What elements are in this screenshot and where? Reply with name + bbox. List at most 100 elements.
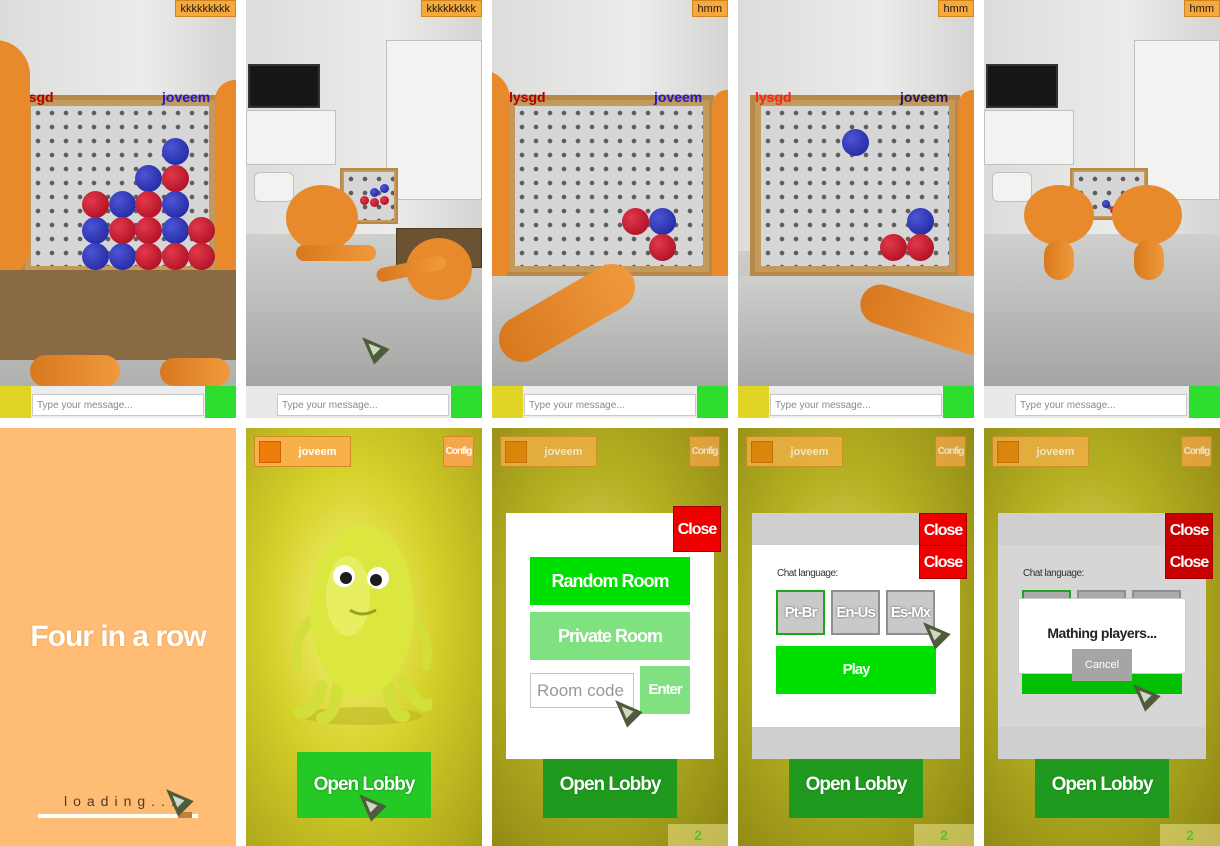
disc-red: [622, 208, 649, 235]
language-button-en-us[interactable]: En-Us: [831, 590, 880, 635]
game-title: Four in a row: [30, 620, 206, 653]
chat-send-button[interactable]: [943, 386, 974, 418]
matching-players-text: Mathing players...: [1047, 625, 1157, 641]
close-button[interactable]: Close: [1165, 545, 1213, 579]
game-board[interactable]: [20, 95, 220, 277]
enter-button[interactable]: Enter: [640, 666, 690, 714]
config-button[interactable]: Config: [1181, 436, 1212, 467]
desk: [246, 110, 336, 165]
loading-progress-bar: [38, 812, 198, 818]
main-menu: joveem Config Open Lobby: [246, 428, 482, 846]
disc-blue: [162, 138, 189, 165]
game-frame-2: kkkkkkkkk Type your message...: [246, 0, 482, 418]
close-button[interactable]: Close: [919, 513, 967, 547]
disc-red: [649, 234, 676, 261]
online-count: 2: [914, 824, 974, 846]
chat-bubble-badge: hmm: [1183, 0, 1220, 17]
language-button-pt-br[interactable]: Pt-Br: [776, 590, 825, 635]
random-room-button[interactable]: Random Room: [530, 557, 690, 605]
config-button[interactable]: Config: [935, 436, 966, 467]
disc-red: [162, 243, 189, 270]
chat-bar: Type your message...: [492, 386, 728, 418]
chat-bar: Type your message...: [738, 386, 974, 418]
private-room-button[interactable]: Private Room: [530, 612, 690, 660]
play-button[interactable]: Play: [776, 646, 936, 694]
chat-input[interactable]: Type your message...: [770, 394, 942, 416]
chat-language-label: Chat language:: [1023, 568, 1084, 579]
disc-red: [135, 243, 162, 270]
chat-bar: Type your message...: [0, 386, 236, 418]
open-lobby-button[interactable]: Open Lobby: [543, 752, 677, 818]
cancel-button[interactable]: Cancel: [1072, 649, 1132, 681]
avatar-icon: [751, 441, 773, 463]
room-dialog-screen: joveem Config Open Lobby 2 Close Random …: [492, 428, 728, 846]
player-hand: [30, 355, 120, 387]
open-lobby-button[interactable]: Open Lobby: [1035, 752, 1169, 818]
disc-red: [109, 217, 136, 244]
avatar-icon: [505, 441, 527, 463]
table-edge: [0, 270, 236, 360]
avatar-icon: [997, 441, 1019, 463]
game-board[interactable]: [750, 95, 960, 277]
chair: [992, 172, 1032, 202]
player-hand: [160, 358, 230, 386]
chat-input[interactable]: Type your message...: [277, 394, 449, 416]
player-right-name: joveem: [162, 89, 211, 105]
disc-blue: [82, 243, 109, 270]
disc-red: [380, 196, 389, 205]
close-button[interactable]: Close: [919, 545, 967, 579]
config-button[interactable]: Config: [443, 436, 474, 467]
disc-red: [370, 198, 379, 207]
open-lobby-button[interactable]: Open Lobby: [789, 752, 923, 818]
game-frame-4: lysgd joveem hmm Type your message...: [738, 0, 974, 418]
config-button[interactable]: Config: [689, 436, 720, 467]
creature-player-1: [286, 185, 358, 251]
user-profile-bar[interactable]: joveem: [500, 436, 597, 467]
creature-right: [215, 80, 236, 300]
monitor: [986, 64, 1058, 108]
game-board[interactable]: [504, 95, 714, 277]
disc-red: [188, 243, 215, 270]
disc-blue: [162, 217, 189, 244]
monitor: [248, 64, 320, 108]
disc-blue: [907, 208, 934, 235]
disc-blue: [82, 217, 109, 244]
disc-blue: [162, 191, 189, 218]
game-frame-5: hmm Type your message...: [984, 0, 1220, 418]
disc-blue: [1102, 200, 1110, 208]
disc-blue: [649, 208, 676, 235]
disc-blue: [109, 191, 136, 218]
chat-input[interactable]: Type your message...: [32, 394, 204, 416]
chat-send-button[interactable]: [205, 386, 236, 418]
disc-red: [188, 217, 215, 244]
chat-bubble-badge: hmm: [937, 0, 974, 17]
chat-send-button[interactable]: [451, 386, 482, 418]
chat-toggle-button[interactable]: [492, 386, 523, 418]
language-dialog-screen: joveem Config Open Lobby 2 Close Close C…: [738, 428, 974, 846]
player-right-name: joveem: [654, 89, 703, 105]
disc-red: [135, 191, 162, 218]
chat-bubble-badge: kkkkkkkkk: [420, 0, 482, 17]
chat-input[interactable]: Type your message...: [1015, 394, 1187, 416]
user-profile-bar[interactable]: joveem: [992, 436, 1089, 467]
online-count: 2: [1160, 824, 1220, 846]
user-profile-bar[interactable]: joveem: [746, 436, 843, 467]
disc-red: [82, 191, 109, 218]
username-label: joveem: [1036, 446, 1075, 458]
creature-left: [0, 40, 30, 280]
creature-player-1: [1024, 185, 1094, 245]
username-label: joveem: [790, 446, 829, 458]
chat-send-button[interactable]: [697, 386, 728, 418]
close-button[interactable]: Close: [1165, 513, 1213, 547]
chat-input[interactable]: Type your message...: [524, 394, 696, 416]
username-label: joveem: [544, 446, 583, 458]
creature-right: [712, 90, 728, 290]
user-profile-bar[interactable]: joveem: [254, 436, 351, 467]
chat-toggle-button[interactable]: [0, 386, 31, 418]
disc-red: [135, 217, 162, 244]
disc-red: [162, 165, 189, 192]
close-button[interactable]: Close: [673, 506, 721, 552]
chat-bar: Type your message...: [984, 386, 1220, 418]
chat-send-button[interactable]: [1189, 386, 1220, 418]
chat-toggle-button[interactable]: [738, 386, 769, 418]
